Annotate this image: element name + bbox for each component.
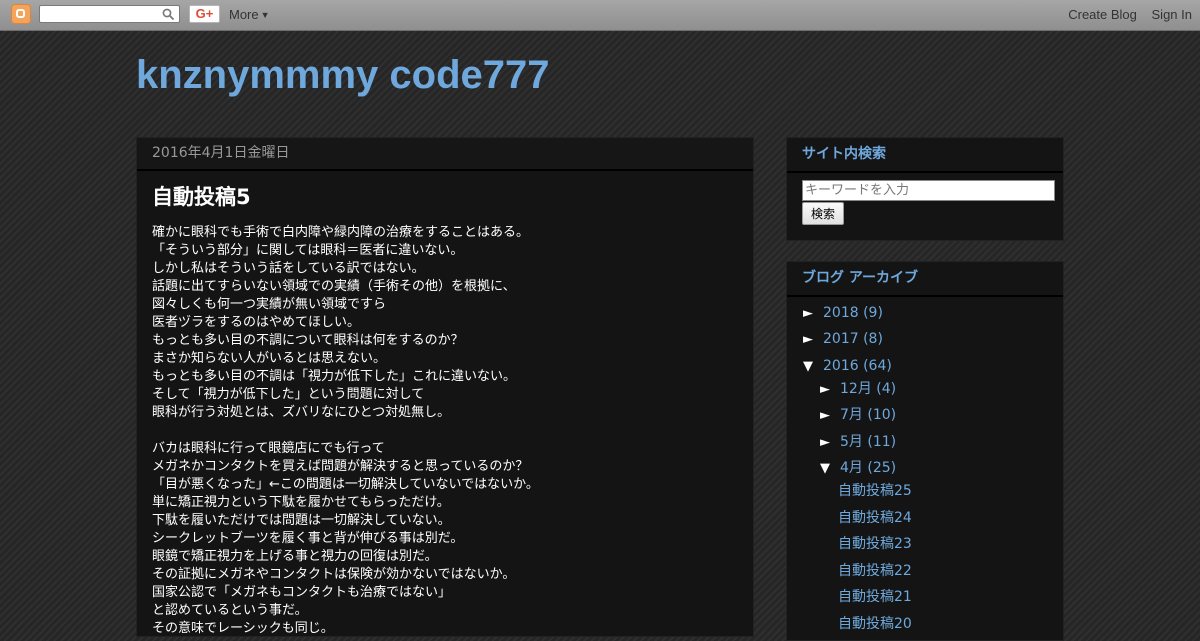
collapse-toggle-icon[interactable]: ▼ bbox=[803, 358, 823, 376]
archive-year-label[interactable]: 2016 (64) bbox=[823, 358, 892, 374]
archive-post-link[interactable]: 自動投稿25 bbox=[838, 482, 912, 500]
post-title[interactable]: 自動投稿5 bbox=[152, 182, 738, 212]
site-search-input[interactable] bbox=[802, 180, 1055, 201]
post-body-line: メガネかコンタクトを買えば問題が解決すると思っているのか？ bbox=[152, 459, 529, 474]
more-label: More bbox=[229, 7, 259, 22]
post-body-line: その証拠にメガネやコンタクトは保険が効かないではないか。 bbox=[152, 567, 516, 582]
post-date: 2016年4月1日金曜日 bbox=[137, 138, 753, 171]
archive-post-link[interactable]: 自動投稿23 bbox=[838, 535, 912, 553]
post-body-line bbox=[152, 422, 738, 440]
blogger-logo-icon[interactable] bbox=[11, 4, 31, 24]
search-button[interactable]: 検索 bbox=[802, 202, 844, 225]
post-body-line: 確かに眼科でも手術で白内障や緑内障の治療をすることはある。 bbox=[152, 225, 530, 240]
post-body: 確かに眼科でも手術で白内障や緑内障の治療をすることはある。 「そういう部分」に関し… bbox=[152, 224, 738, 638]
archive-post-link[interactable]: 自動投稿22 bbox=[838, 562, 912, 580]
blogger-navbar: G+ More ▼ Create Blog Sign In bbox=[0, 0, 1200, 31]
archive-widget-title: ブログ アーカイブ bbox=[787, 262, 1063, 297]
post-body-line: しかし私はそういう話をしている訳ではない。 bbox=[152, 261, 425, 276]
post-body-line: もっとも多い目の不調について眼科は何をするのか？ bbox=[152, 333, 464, 348]
post-body-line: 下駄を履いただけでは問題は一切解決していない。 bbox=[152, 513, 451, 528]
expand-toggle-icon[interactable]: ► bbox=[820, 381, 840, 399]
post-body-line: その意味でレーシックも同じ。 bbox=[152, 621, 334, 636]
expand-toggle-icon[interactable]: ► bbox=[803, 331, 823, 349]
archive-year-label[interactable]: 2018 (9) bbox=[823, 305, 883, 321]
post-body-line: もっとも多い目の不調は「視力が低下した」これに違いない。 bbox=[152, 369, 517, 384]
archive-month[interactable]: ► 12月 (4) bbox=[820, 380, 896, 399]
search-widget-title: サイト内検索 bbox=[787, 138, 1063, 173]
search-icon[interactable] bbox=[162, 8, 175, 21]
sign-in-link[interactable]: Sign In bbox=[1152, 7, 1192, 22]
post-body-line: 「目が悪くなった」←この問題は一切解決していないではないか。 bbox=[152, 477, 539, 492]
google-plus-button[interactable]: G+ bbox=[189, 5, 220, 23]
post-body-line: と認めているという事だ。 bbox=[152, 603, 308, 618]
blog-title[interactable]: knznymmmy code777 bbox=[136, 52, 550, 98]
post-body-line: 「そういう部分」に関しては眼科＝医者に違いない。 bbox=[152, 243, 464, 258]
collapse-toggle-icon[interactable]: ▼ bbox=[820, 460, 840, 478]
post-body-line: 国家公認で「メガネもコンタクトも治療ではない」 bbox=[152, 585, 452, 600]
archive-month[interactable]: ► 7月 (10) bbox=[820, 406, 896, 425]
navbar-right-links: Create Blog Sign In bbox=[1057, 7, 1192, 22]
more-menu[interactable]: More ▼ bbox=[229, 7, 270, 22]
post-body-line: 図々しくも何一つ実績が無い領域ですら bbox=[152, 297, 387, 312]
post-body-line: 眼鏡で矯正視力を上げる事と視力の回復は別だ。 bbox=[152, 549, 438, 564]
expand-toggle-icon[interactable]: ► bbox=[820, 407, 840, 425]
expand-toggle-icon[interactable]: ► bbox=[803, 305, 823, 323]
post-body-line: シークレットブーツを履く事と背が伸びる事は別だ。 bbox=[152, 531, 464, 546]
post-body-line: 話題に出てすらいない領域での実績（手術その他）を根拠に、 bbox=[152, 279, 516, 294]
archive-month-label[interactable]: 12月 (4) bbox=[840, 381, 896, 397]
create-blog-link[interactable]: Create Blog bbox=[1068, 7, 1137, 22]
archive-post-link[interactable]: 自動投稿24 bbox=[838, 509, 912, 527]
archive-month-label[interactable]: 5月 (11) bbox=[840, 434, 896, 450]
archive-year[interactable]: ► 2017 (8) bbox=[803, 330, 883, 349]
archive-post-link[interactable]: 自動投稿21 bbox=[838, 588, 912, 606]
post-body-line: 眼科が行う対処とは、ズバリなにひとつ対処無し。 bbox=[152, 405, 451, 420]
archive-month[interactable]: ▼ 4月 (25) bbox=[820, 459, 896, 478]
expand-toggle-icon[interactable]: ► bbox=[820, 434, 840, 452]
search-widget: サイト内検索 検索 bbox=[786, 137, 1064, 241]
archive-year-label[interactable]: 2017 (8) bbox=[823, 331, 883, 347]
post-body-line: バカは眼科に行って眼鏡店にでも行って bbox=[152, 441, 385, 456]
archive-widget: ブログ アーカイブ ► 2018 (9) ► 2017 (8) ▼ 2016 (64) ► 1… bbox=[786, 261, 1064, 641]
post-body-line: まさか知らない人がいるとは思えない。 bbox=[152, 351, 387, 366]
post-body-line: そして「視力が低下した」という問題に対して bbox=[152, 387, 425, 402]
post-body-line: 単に矯正視力という下駄を履かせてもらっただけ。 bbox=[152, 495, 450, 510]
archive-year[interactable]: ▼ 2016 (64) bbox=[803, 357, 892, 376]
caret-down-icon: ▼ bbox=[260, 10, 270, 20]
archive-month-label[interactable]: 4月 (25) bbox=[840, 460, 896, 476]
post-area: 2016年4月1日金曜日 自動投稿5 確かに眼科でも手術で白内障や緑内障の治療を… bbox=[136, 137, 754, 637]
post-body-line: 医者ヅラをするのはやめてほしい。 bbox=[152, 315, 361, 330]
archive-year[interactable]: ► 2018 (9) bbox=[803, 304, 883, 323]
navbar-search-input[interactable] bbox=[39, 5, 180, 23]
archive-month-label[interactable]: 7月 (10) bbox=[840, 407, 896, 423]
archive-month[interactable]: ► 5月 (11) bbox=[820, 433, 896, 452]
